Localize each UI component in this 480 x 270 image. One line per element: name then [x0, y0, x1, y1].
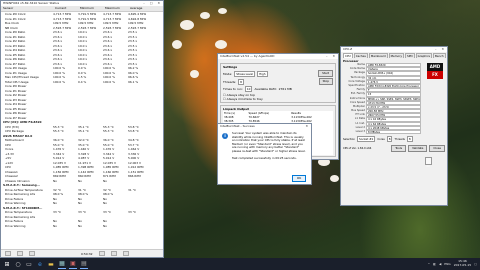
sensor-name: Drive Warning: [5, 223, 26, 228]
dialog-message: Success! Your system was able to maintai…: [232, 131, 306, 153]
task-view-icon[interactable]: ▭: [25, 260, 33, 268]
cores-value: 8: [386, 136, 393, 143]
file-icon: [424, 157, 432, 165]
cpuz-window: CPU-Z – ✕ CPU Caches Mainboard Memory SPD Gra…: [340, 46, 448, 206]
ibt-taskbar-icon[interactable]: ▣: [69, 260, 77, 269]
sensor-value: No: [53, 223, 57, 228]
desktop-icon-ibt[interactable]: ibt: [423, 157, 433, 169]
hwinfo-window: HWiNFO64 v5.82-3410 Sensor Status – □ ✕ …: [0, 0, 164, 258]
system-tray: ^ ◧ ◀ ENG 15:46 2017-05-15 ▢: [428, 260, 480, 267]
col-maximum[interactable]: Maximum: [105, 6, 130, 11]
stop-button[interactable]: Stop: [318, 78, 333, 85]
nav-next-button[interactable]: [17, 251, 23, 256]
cpu-field: Level 38 MBytes: [343, 130, 421, 135]
tools-button[interactable]: Tools: [391, 145, 407, 153]
tab-2[interactable]: Mainboard: [368, 53, 388, 58]
sensor-list[interactable]: Core #0 Clock 4,713.7 MHz 3,791.5 MHz 4,713…: [1, 12, 163, 228]
start-button[interactable]: Start: [318, 70, 333, 77]
desktop-icon-label: ibt: [426, 165, 430, 168]
edge-icon[interactable]: e: [36, 260, 44, 268]
cores-label: Cores: [377, 137, 385, 141]
reset-button[interactable]: [110, 251, 117, 256]
dialog-footer-text: Test completed successfully in 09:25 sec…: [232, 155, 297, 160]
tab-7[interactable]: About: [446, 53, 447, 58]
mode-label: Mode:: [223, 71, 233, 76]
threads-value: 8: [406, 136, 413, 143]
cpuz-tabs: CPU Caches Mainboard Memory SPD Graphics Bench…: [341, 52, 447, 59]
cpuz-fields: Name AMD FX-8320 Code Name Vishera Package So…: [343, 63, 421, 135]
tab-1[interactable]: Caches: [353, 53, 368, 58]
window-controls[interactable]: – ✕: [435, 47, 446, 52]
window-controls[interactable]: – ✕: [326, 54, 337, 59]
times-input[interactable]: 10: [244, 86, 253, 92]
selection-label: Selection: [343, 137, 355, 141]
amd-fx-logo: AMD FX: [427, 63, 443, 79]
clock[interactable]: 15:46 2017-05-15: [454, 260, 471, 267]
mode-select[interactable]: Stress Level: [234, 70, 256, 77]
window-controls[interactable]: – □ ✕: [143, 1, 162, 6]
avail-label: Available RAM:: [254, 87, 277, 91]
tray-label: Always minimize to tray: [226, 97, 263, 101]
col-minimum[interactable]: Minimum: [80, 6, 105, 11]
threads-label: Threads:: [223, 79, 237, 84]
settings-group: Settings Mode: Stress Level High Start T…: [220, 63, 336, 103]
volume-icon[interactable]: ◀: [439, 262, 441, 266]
tray-checkbox[interactable]: ☐ Always minimize to tray: [223, 97, 333, 101]
ok-button[interactable]: OK: [292, 175, 306, 182]
explorer-icon[interactable]: ▬: [47, 260, 55, 268]
cpuz-title: CPU-Z: [343, 47, 353, 51]
sensor-value: No: [78, 223, 82, 228]
tray-chevron-icon[interactable]: ^: [428, 262, 431, 266]
tab-6[interactable]: Bench: [432, 53, 446, 58]
clock-date: 2017-05-15: [453, 263, 472, 267]
hwinfo-titlebar[interactable]: HWiNFO64 v5.82-3410 Sensor Status – □ ✕: [1, 1, 163, 6]
tab-4[interactable]: SPD: [404, 53, 415, 58]
nav-prev-button[interactable]: [5, 251, 11, 256]
network-icon[interactable]: ◧: [433, 262, 436, 266]
sensor-value: [128, 224, 153, 229]
col-current[interactable]: Current: [55, 6, 80, 11]
language-indicator[interactable]: ENG: [444, 262, 450, 266]
sensor-value: No: [103, 223, 107, 228]
cpuz-titlebar[interactable]: CPU-Z – ✕: [341, 47, 447, 52]
tab-0[interactable]: CPU: [343, 53, 353, 58]
ibt-title: IntelBurnTest v2.54 — by AgentGOD: [220, 54, 275, 58]
threads-label: Threads: [394, 137, 405, 141]
hwinfo-footer: 0:50:32: [1, 249, 163, 257]
log-button[interactable]: [29, 251, 35, 256]
col-average[interactable]: Average: [130, 6, 155, 11]
version-label: CPU-Z Ver. 1.84.0.x64: [343, 147, 372, 151]
dialog-title: IntelBurnTest - Success: [220, 124, 255, 128]
hwinfo-title: HWiNFO64 v5.82-3410 Sensor Status: [3, 1, 60, 5]
search-icon[interactable]: ○: [14, 260, 22, 268]
field-label: Level 3: [355, 130, 365, 133]
validate-button[interactable]: Validate: [408, 145, 428, 153]
times-label: Times to run:: [223, 87, 243, 91]
field-value: 8 MBytes: [366, 130, 421, 135]
close-button[interactable]: Close: [429, 145, 445, 153]
tab-5[interactable]: Graphics: [415, 53, 432, 58]
avail-value: 2761 MB: [278, 87, 292, 91]
taskbar: ⊞ ○ ▭ e ▬ ▦ ▣ ▤ ^ ◧ ◀ ENG 15:46 2017-05-…: [0, 258, 480, 270]
level-select[interactable]: High: [257, 70, 268, 77]
close-button[interactable]: [122, 251, 129, 256]
start-icon[interactable]: ⊞: [3, 260, 11, 268]
ibt-titlebar[interactable]: IntelBurnTest v2.54 — by AgentGOD – ✕: [218, 54, 338, 59]
success-dialog: IntelBurnTest - Success ✕ i Success! You…: [217, 123, 312, 185]
tab-3[interactable]: Memory: [388, 53, 404, 58]
elapsed-time: 0:50:32: [81, 251, 93, 256]
cpuz-taskbar-icon[interactable]: ▤: [80, 260, 88, 269]
hwinfo-taskbar-icon[interactable]: ▦: [58, 260, 66, 269]
threads-input[interactable]: 8: [238, 78, 244, 85]
notifications-icon[interactable]: ▢: [474, 262, 477, 266]
settings-button[interactable]: [98, 251, 105, 256]
sensor-row[interactable]: Drive Warning No No No: [1, 224, 163, 229]
col-sensor[interactable]: Sensor: [1, 6, 55, 11]
settings-label: Settings: [223, 65, 238, 69]
selection-select[interactable]: Socket #1: [356, 136, 376, 143]
info-icon: i: [222, 133, 228, 139]
